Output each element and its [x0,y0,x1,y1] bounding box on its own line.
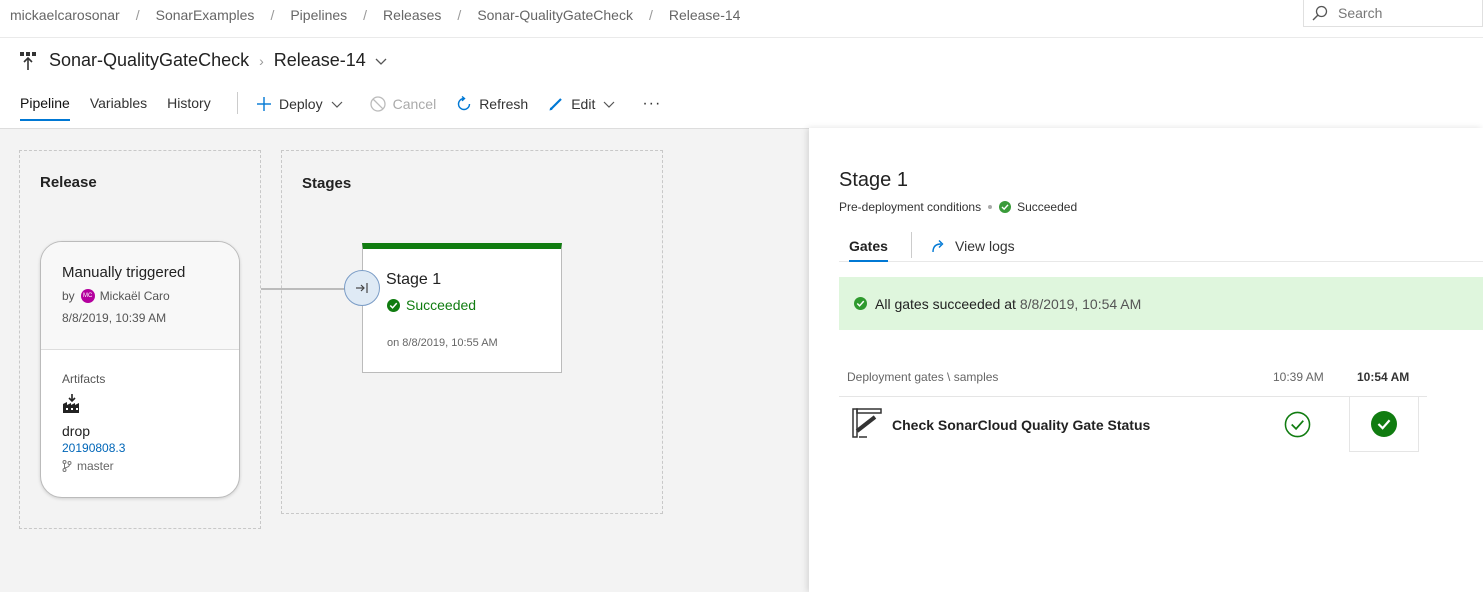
by-label: by [62,289,75,303]
enter-arrow-icon [356,283,368,293]
stage-card[interactable]: Stage 1 Succeeded on 8/8/2019, 10:55 AM [362,243,562,373]
separator-dot [988,205,993,209]
gates-header: Deployment gates \ samples [847,370,999,384]
check-circle-filled-icon [1371,411,1397,437]
artifact-name: drop [62,423,91,439]
refresh-label: Refresh [479,96,529,112]
search-icon [1312,5,1328,21]
toolbar: Deploy Cancel Refresh Edit ··· [256,95,681,113]
deploy-label: Deploy [279,96,323,112]
gate-name: Check SonarCloud Quality Gate Status [892,417,1151,433]
tab-divider [911,232,912,258]
tab-variables[interactable]: Variables [90,95,147,119]
success-icon [854,297,867,310]
plus-icon [257,97,271,111]
breadcrumb-pipeline[interactable]: Sonar-QualityGateCheck [477,7,633,23]
connector-line [261,288,345,290]
gate-time-1[interactable]: 10:39 AM [1273,370,1324,384]
tab-bar: Pipeline Variables History [20,95,231,127]
deploy-button[interactable]: Deploy [256,96,350,112]
chevron-down-icon [603,101,615,108]
gate-result-2[interactable] [1349,397,1419,452]
check-circle-outline-icon [1284,411,1311,438]
gates-success-banner: All gates succeeded at 8/8/2019, 10:54 A… [839,277,1483,330]
refresh-button[interactable]: Refresh [456,96,528,112]
gates-divider [839,396,1427,397]
chevron-down-icon[interactable] [374,54,388,68]
artifacts-label: Artifacts [62,372,106,386]
breadcrumb-release[interactable]: Release-14 [669,7,741,23]
build-artifact-icon [62,394,239,419]
top-bar: mickaelcarosonar / SonarExamples / Pipelin… [0,0,1483,38]
panel-title: Stage 1 [839,169,908,191]
share-arrow-icon [932,240,944,253]
banner-timestamp: 8/8/2019, 10:54 AM [1019,295,1142,312]
user-name: Mickaël Caro [99,289,170,303]
branch-icon [62,460,72,472]
search-box[interactable]: Search [1303,0,1483,27]
cancel-label: Cancel [392,96,437,112]
release-pipeline-icon [20,51,36,70]
panel-status: Succeeded [1017,200,1078,214]
branch-name: master [77,459,114,473]
refresh-icon [458,96,471,111]
gate-result-1[interactable] [1284,411,1311,443]
details-panel: Stage 1 Pre-deployment conditions Succee… [809,128,1483,592]
release-box-title: Release [40,174,97,191]
pre-deployment-conditions-button[interactable] [344,270,380,306]
avatar: MC [80,289,95,303]
search-placeholder: Search [1338,5,1383,21]
view-logs-link[interactable]: View logs [931,238,1015,254]
edit-label: Edit [571,96,596,112]
banner-text: All gates succeeded at [875,295,1016,312]
cancel-button[interactable]: Cancel [369,96,437,112]
branch-info: master [62,459,239,473]
pencil-icon [549,98,562,111]
view-logs-label: View logs [955,238,1015,254]
gate-time-2[interactable]: 10:54 AM [1357,370,1409,384]
build-link[interactable]: 20190808.3 [62,441,239,455]
more-icon: ··· [642,95,662,112]
artifacts-section: Artifacts drop 20190808.3 master [41,350,239,473]
breadcrumb-pipelines[interactable]: Pipelines [290,7,347,23]
stage-timestamp: on 8/8/2019, 10:55 AM [387,337,498,349]
trigger-text: Manually triggered [62,264,186,281]
gate-task-icon [851,407,883,444]
more-actions-button[interactable]: ··· [642,95,661,113]
trigger-date: 8/8/2019, 10:39 AM [62,311,167,325]
edit-button[interactable]: Edit [548,96,622,112]
panel-tabs: Gates View logs [839,232,1483,262]
tab-history[interactable]: History [167,95,211,119]
tab-gates[interactable]: Gates [849,238,888,262]
breadcrumb-org[interactable]: mickaelcarosonar [10,7,120,23]
page-title: Sonar-QualityGateCheck › Release-14 [18,50,388,71]
stage-status-label: Succeeded [406,297,477,313]
success-icon [387,298,400,312]
trigger-section: Manually triggered by MC Mickaël Caro 8/… [41,242,239,350]
stage-name: Stage 1 [386,271,442,288]
stage-status: Succeeded [387,297,476,313]
panel-subtitle: Pre-deployment conditions Succeeded [839,200,1077,214]
breadcrumb-project[interactable]: SonarExamples [156,7,255,23]
stages-box-title: Stages [302,175,352,192]
pipeline-name[interactable]: Sonar-QualityGateCheck [49,50,249,71]
cancel-icon [369,96,386,112]
trigger-by: by MC Mickaël Caro [62,289,239,303]
toolbar-divider [237,92,238,114]
chevron-right-icon: › [259,52,264,69]
pre-deployment-label: Pre-deployment conditions [839,200,982,214]
tab-pipeline[interactable]: Pipeline [20,95,70,121]
release-card[interactable]: Manually triggered by MC Mickaël Caro 8/… [40,241,240,498]
chevron-down-icon [331,101,343,108]
success-icon [999,201,1012,213]
breadcrumb: mickaelcarosonar / SonarExamples / Pipelin… [10,7,741,23]
release-name[interactable]: Release-14 [274,50,366,71]
breadcrumb-releases[interactable]: Releases [383,7,441,23]
